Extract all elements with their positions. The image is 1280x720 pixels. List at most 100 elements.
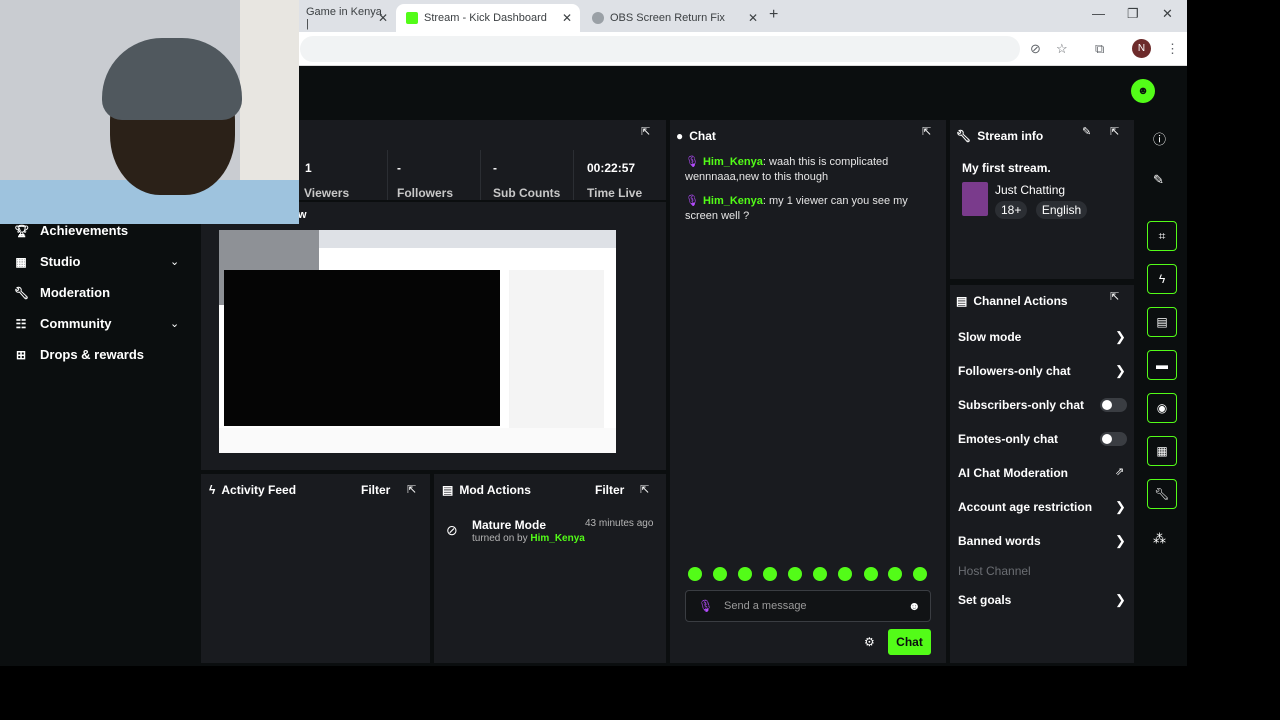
chat-username[interactable]: Him_Kenya (703, 156, 763, 168)
user-avatar[interactable]: ☻ (1131, 79, 1155, 103)
sidebar-item-community[interactable]: ☷ Community (14, 316, 112, 331)
trophy-icon: 🏆︎ (14, 223, 30, 238)
emote-icon[interactable] (788, 567, 802, 581)
popout-icon[interactable]: ⇱ (640, 483, 649, 496)
webcam-overlay (0, 0, 299, 224)
popout-icon[interactable]: ⇱ (641, 125, 650, 138)
microphone-icon: 🎙︎ (685, 195, 699, 207)
emote-icon[interactable] (813, 567, 827, 581)
list-icon: ▤ (956, 294, 968, 308)
popout-icon[interactable]: ⇱ (922, 125, 931, 138)
popout-icon[interactable]: ⇱ (1110, 125, 1119, 138)
chat-message-input[interactable]: 🎙︎ Send a message ☻ (685, 590, 931, 622)
eye-slash-icon[interactable]: ⊘ (1030, 41, 1041, 57)
chat-send-button[interactable]: Chat (888, 629, 931, 655)
maximize-icon[interactable]: ❐ (1127, 6, 1139, 22)
close-icon[interactable]: ✕ (562, 11, 572, 25)
chat-message: 🎙︎ Him_Kenya: my 1 viewer can you see my … (685, 195, 908, 222)
tag-language: English (1035, 201, 1088, 219)
bookmark-star-icon[interactable]: ☆ (1056, 41, 1068, 57)
category-name[interactable]: Just Chatting (995, 183, 1065, 197)
mod-entry-time: 43 minutes ago (585, 518, 654, 529)
window-close-icon[interactable]: ✕ (1162, 6, 1173, 22)
activity-feed-panel: ϟ Activity Feed Filter ⇱ (201, 474, 430, 663)
stream-preview-toggle-icon[interactable]: ⌗ (1147, 221, 1177, 251)
mod-entry-title: Mature Mode (472, 518, 547, 532)
mod-entry-user[interactable]: Him_Kenya (530, 533, 584, 544)
divider (387, 150, 388, 200)
divider (573, 150, 574, 200)
community-icon: ☷ (15, 316, 27, 331)
broadcast-icon[interactable]: ◉ (1147, 393, 1177, 423)
emote-icon[interactable] (864, 567, 878, 581)
chat-bubble-icon[interactable]: ▬ (1147, 350, 1177, 380)
popout-icon[interactable]: ⇱ (1110, 290, 1119, 303)
chevron-right-icon[interactable]: ❯ (1115, 533, 1126, 549)
slow-mode-item[interactable]: Slow mode (958, 330, 1021, 344)
close-icon[interactable]: ✕ (748, 11, 758, 25)
wrench-icon[interactable]: 🔧︎ (1147, 479, 1177, 509)
emote-icon[interactable] (688, 567, 702, 581)
category-thumbnail[interactable] (962, 182, 988, 216)
chevron-right-icon[interactable]: ❯ (1115, 592, 1126, 608)
chevron-right-icon[interactable]: ❯ (1115, 363, 1126, 379)
globe-icon (592, 12, 604, 24)
new-tab-icon[interactable]: + (769, 6, 778, 24)
browser-tab-kick-dashboard[interactable]: Stream - Kick Dashboard ✕ (396, 4, 580, 32)
bolt-icon[interactable]: ϟ (1147, 264, 1177, 294)
account-age-restriction-item[interactable]: Account age restriction (958, 500, 1092, 514)
sidebar-item-drops-rewards[interactable]: ⊞ Drops & rewards (14, 347, 144, 362)
browser-tab-game[interactable]: Game in Kenya | ✕ (296, 4, 396, 32)
chevron-right-icon[interactable]: ❯ (1115, 499, 1126, 515)
add-widget-icon[interactable]: ⁂ (1153, 531, 1166, 547)
list-icon[interactable]: ▤ (1147, 307, 1177, 337)
emote-icon[interactable] (763, 567, 777, 581)
channel-actions-title: ▤ Channel Actions (956, 294, 1068, 308)
chevron-down-icon[interactable]: ⌄ (170, 317, 179, 330)
stream-info-title: 🔧︎ Stream info (956, 129, 1043, 143)
followers-only-chat-item[interactable]: Followers-only chat (958, 364, 1071, 378)
subscribers-only-toggle[interactable] (1100, 398, 1127, 412)
emote-icon[interactable] (713, 567, 727, 581)
edit-pencil-icon[interactable]: ✎ (1082, 125, 1091, 138)
minimize-icon[interactable]: — (1092, 6, 1105, 21)
chat-username[interactable]: Him_Kenya (703, 195, 763, 207)
emote-icon[interactable] (888, 567, 902, 581)
url-field[interactable] (300, 36, 1020, 62)
stream-tags: 18+ English (995, 201, 1091, 219)
chevron-down-icon[interactable]: ⌄ (170, 255, 179, 268)
preview-playlist (509, 270, 604, 430)
viewers-label: Viewers (304, 186, 350, 200)
emote-icon[interactable] (838, 567, 852, 581)
tag-mature: 18+ (995, 201, 1028, 219)
browser-menu-icon[interactable]: ⋮ (1166, 41, 1179, 57)
bolt-icon: ϟ (209, 483, 216, 497)
emoji-picker-icon[interactable]: ☻ (908, 599, 921, 613)
extensions-icon[interactable]: ⧉ (1095, 41, 1104, 57)
stream-preview-video[interactable] (219, 230, 616, 453)
activity-filter-button[interactable]: Filter (361, 483, 390, 497)
emotes-only-toggle[interactable] (1100, 432, 1127, 446)
eye-slash-icon: ⊘ (446, 522, 458, 538)
external-link-icon[interactable]: ⇗ (1115, 465, 1124, 478)
close-icon[interactable]: ✕ (378, 11, 388, 25)
emote-icon[interactable] (913, 567, 927, 581)
popout-icon[interactable]: ⇱ (407, 483, 416, 496)
ai-chat-moderation-item[interactable]: AI Chat Moderation (958, 466, 1068, 480)
mod-filter-button[interactable]: Filter (595, 483, 624, 497)
browser-tab-obs-fix[interactable]: OBS Screen Return Fix ✕ (582, 4, 766, 32)
chat-settings-gear-icon[interactable]: ⚙ (864, 635, 875, 649)
chevron-right-icon[interactable]: ❯ (1115, 329, 1126, 345)
stats-panel-icon[interactable]: ▦ (1147, 436, 1177, 466)
edit-pencil-icon[interactable]: ✎ (1153, 172, 1164, 188)
sidebar-item-studio[interactable]: ▦ Studio (14, 254, 80, 269)
profile-avatar[interactable]: N (1132, 39, 1151, 58)
emote-icon[interactable] (738, 567, 752, 581)
set-goals-item[interactable]: Set goals (958, 593, 1011, 607)
banned-words-item[interactable]: Banned words (958, 534, 1041, 548)
sidebar-item-moderation[interactable]: 🔧︎ Moderation (14, 285, 110, 300)
sidebar-item-achievements[interactable]: 🏆︎ Achievements (14, 223, 128, 238)
time-live-value: 00:22:57 (587, 161, 636, 175)
tab-label: Stream - Kick Dashboard (424, 12, 547, 24)
info-icon[interactable]: ⓘ (1153, 129, 1166, 148)
